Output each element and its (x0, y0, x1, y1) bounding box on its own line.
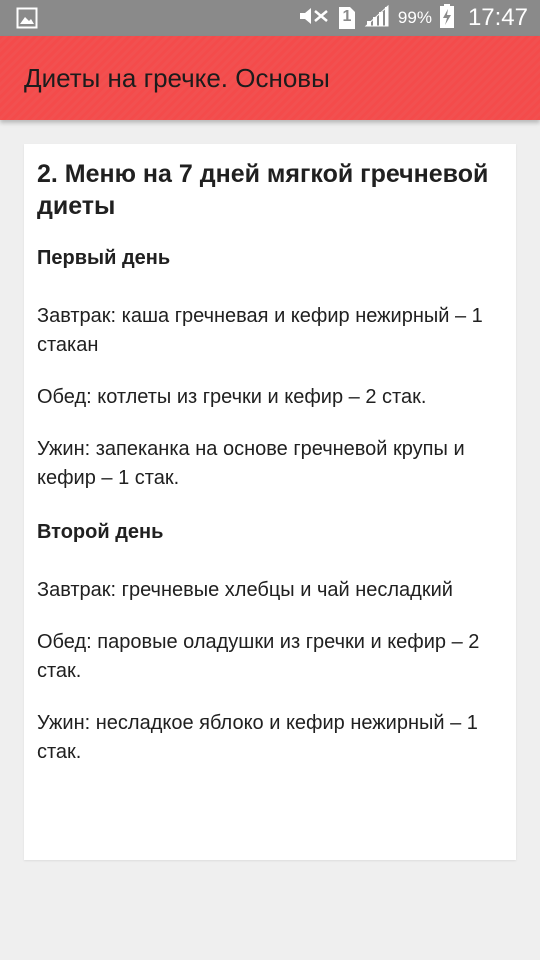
day-heading: Первый день (37, 247, 171, 269)
meal-lunch: Обед: котлеты из гречки и кефир – 2 стак… (37, 386, 427, 408)
meal-dinner: Ужин: запеканка на основе гречневой круп… (37, 438, 465, 489)
signal-icon (364, 4, 390, 32)
battery-percent: 99% (397, 8, 432, 27)
status-bar: 1 99% 17:47 (0, 0, 540, 36)
meal-breakfast: Завтрак: каша гречневая и кефир нежирный… (37, 305, 483, 356)
clock: 17:47 (467, 4, 528, 31)
day-heading: Второй день (37, 521, 164, 543)
status-icons: 1 99% 17:47 (298, 0, 528, 36)
meal-dinner: Ужин: несладкое яблоко и кефир нежирный … (37, 712, 478, 763)
article-card: 2. Меню на 7 дней мягкой гречневой диеты… (24, 144, 516, 860)
mute-icon (298, 5, 330, 32)
meal-lunch: Обед: паровые оладушки из гречки и кефир… (37, 631, 480, 682)
battery-charging-icon (439, 3, 454, 33)
article-title: 2. Меню на 7 дней мягкой гречневой диеты (37, 160, 489, 220)
sim-icon: 1 (338, 6, 356, 30)
day-section: Второй день Завтрак: гречневые хлебцы и … (37, 518, 502, 767)
gallery-icon (16, 7, 38, 29)
day-section: Первый день Завтрак: каша гречневая и ке… (37, 244, 502, 493)
meal-breakfast: Завтрак: гречневые хлебцы и чай несладки… (37, 579, 453, 601)
app-bar: Диеты на гречке. Основы (0, 36, 540, 120)
sim-slot-number: 1 (342, 8, 352, 25)
app-title: Диеты на гречке. Основы (24, 62, 330, 93)
